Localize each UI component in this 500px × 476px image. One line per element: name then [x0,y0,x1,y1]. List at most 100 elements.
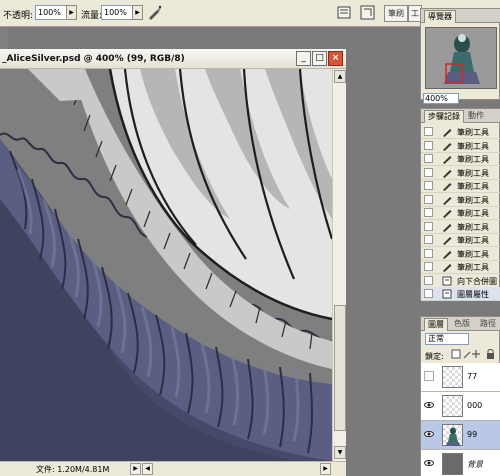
history-item[interactable]: 筆刷工具 [421,220,500,234]
layer-thumbnail [442,453,463,475]
history-item-label: 筆刷工具 [457,263,489,272]
history-item[interactable]: 筆刷工具 [421,139,500,153]
opacity-label: 不透明: [3,11,34,21]
history-item-label: 圖層屬性 [457,290,489,299]
history-item[interactable]: 筆刷工具 [421,247,500,261]
tab-paths[interactable]: 路徑 [477,318,499,331]
history-item[interactable]: 筆刷工具 [421,152,500,166]
brush-icon [442,235,453,245]
layer-row[interactable]: 77 [421,363,500,392]
layer-thumbnail [442,424,463,446]
brush-icon [442,195,453,205]
history-snapshot-checkbox[interactable] [424,235,433,244]
history-snapshot-checkbox[interactable] [424,154,433,163]
brush-icon [442,168,453,178]
status-menu-arrow[interactable]: ▶ [130,463,141,475]
tab-channels[interactable]: 色版 [451,318,473,331]
history-item-label: 筆刷工具 [457,222,489,232]
scroll-thumb[interactable] [334,305,346,431]
history-item[interactable]: 筆刷工具 [421,260,500,274]
brush-icon [442,249,453,259]
history-item-label: 筆刷工具 [457,168,489,178]
minimize-button[interactable]: _ [296,51,311,66]
history-item-label: 筆刷工具 [457,249,489,259]
history-item-label: 筆刷工具 [457,182,489,191]
scroll-up-button[interactable]: ▲ [334,70,346,83]
flow-input[interactable]: 100% [101,5,133,20]
history-snapshot-checkbox[interactable] [424,167,433,177]
layer-row[interactable]: 000 [421,392,500,421]
tab-navigator[interactable]: 導覽器 [424,10,456,23]
history-item[interactable]: 筆刷工具 [421,193,500,207]
history-item[interactable]: 筆刷工具 [421,233,500,247]
flow-label: 流量: [81,11,103,21]
maximize-button[interactable]: □ [312,51,327,66]
history-item[interactable]: 筆刷工具 [421,125,500,139]
document-title: _AliceSilver.psd @ 400% (99, RGB/8) [2,54,185,64]
brush-icon [442,208,453,218]
opacity-input[interactable]: 100% [35,5,67,20]
layer-name: 000 [467,401,483,410]
history-item[interactable]: 筆刷工具 [421,206,500,220]
tab-actions[interactable]: 動作 [465,110,487,123]
airbrush-icon[interactable] [146,4,163,21]
history-snapshot-checkbox[interactable] [424,194,433,204]
layer-name: 99 [467,430,478,439]
history-snapshot-checkbox[interactable] [424,289,433,298]
eye-icon[interactable] [424,458,434,468]
layers-tabs: 圖層 色版 路徑 [421,317,500,331]
history-snapshot-checkbox[interactable] [424,248,433,258]
lock-icons[interactable] [451,349,499,360]
eye-icon[interactable] [424,371,434,381]
history-tabs: 步驟記錄 動作 [421,109,500,123]
history-snapshot-checkbox[interactable] [424,208,433,217]
history-item-label: 筆刷工具 [457,195,489,205]
document-window[interactable]: _AliceSilver.psd @ 400% (99, RGB/8) _ □ … [0,49,346,476]
brush-icon [442,222,453,232]
layers-palette: 圖層 色版 路徑 正常 鎖定: 77 000 99 背景 [420,316,500,476]
history-item[interactable]: 圖層屬性 [421,287,500,301]
layer-row[interactable]: 背景 [421,450,500,476]
history-item-label: 筆刷工具 [457,128,489,137]
history-item-label: 筆刷工具 [457,209,489,218]
eye-icon[interactable] [424,429,434,439]
opacity-dropdown-arrow[interactable]: ▶ [66,5,77,20]
history-item[interactable]: 筆刷工具 [421,179,500,193]
layer-row[interactable]: 99 [421,421,500,450]
history-snapshot-checkbox[interactable] [424,140,433,150]
history-palette: 步驟記錄 動作 筆刷工具 筆刷工具 筆刷工具 筆刷工具 筆刷工具 筆刷工具 筆刷工具 筆刷工具… [420,108,500,301]
history-snapshot-checkbox[interactable] [424,181,433,190]
history-item[interactable]: 向下合併圖 [421,274,500,288]
navigator-thumbnail[interactable] [425,27,497,89]
eye-icon[interactable] [424,400,434,410]
lock-label: 鎖定: [425,352,444,361]
palette-toggle-icon[interactable] [336,4,353,21]
blend-mode-select[interactable]: 正常 [425,333,469,345]
navigator-zoom-input[interactable]: 400% [423,93,459,104]
layer-thumbnail [442,366,463,388]
hscroll-left-button[interactable]: ◀ [142,463,153,475]
brush-icon [442,127,453,137]
image-canvas[interactable] [0,69,332,461]
scroll-down-button[interactable]: ▼ [334,446,346,459]
document-titlebar[interactable]: _AliceSilver.psd @ 400% (99, RGB/8) _ □ … [0,49,346,69]
history-item-label: 筆刷工具 [457,155,489,164]
history-snapshot-checkbox[interactable] [424,221,433,231]
history-step-icon [442,276,453,286]
history-snapshot-checkbox[interactable] [424,262,433,271]
tab-history[interactable]: 步驟記錄 [424,110,464,123]
navigator-palette: 導覽器 400% [420,8,500,104]
brushes-tab[interactable]: 筆刷 [384,5,408,22]
flow-dropdown-arrow[interactable]: ▶ [132,5,143,20]
vertical-scrollbar[interactable]: ▲ ▼ [332,69,346,461]
history-snapshot-checkbox[interactable] [424,275,433,285]
history-item[interactable]: 筆刷工具 [421,166,500,180]
brush-icon [442,141,453,151]
hscroll-right-button[interactable]: ▶ [320,463,331,475]
close-button[interactable]: × [328,51,343,66]
tab-layers[interactable]: 圖層 [424,318,448,331]
layer-thumbnail [442,395,463,417]
workspace-icon[interactable] [359,4,376,21]
history-snapshot-checkbox[interactable] [424,127,433,136]
brush-icon [442,154,453,164]
